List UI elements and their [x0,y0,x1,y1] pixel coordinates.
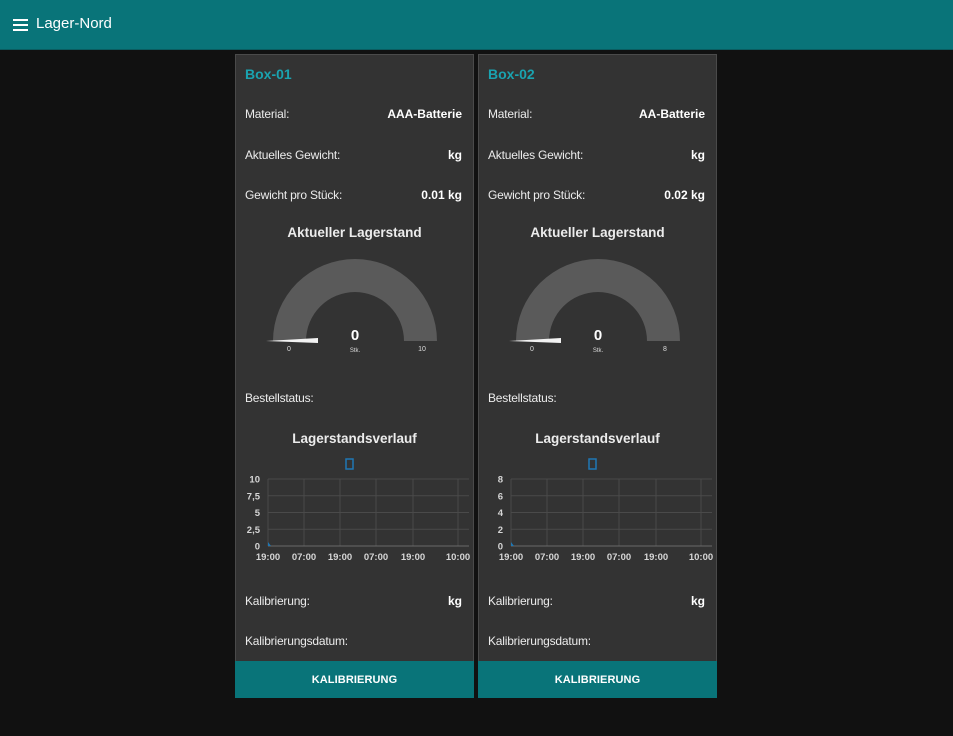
y-tick-label: 2 [498,525,503,536]
y-tick-label: 10 [249,475,260,486]
y-tick-label: 2,5 [247,525,261,536]
gauge-value: 0 [351,327,359,344]
hamburger-menu-icon[interactable] [13,19,28,31]
x-tick-label: 07:00 [292,552,316,563]
x-tick-label: 19:00 [328,552,352,563]
current-weight-label: Aktuelles Gewicht: [245,148,341,162]
gauge-min-label: 0 [287,346,291,353]
box-card-2: Box-02 Material: AA-Batterie Aktuelles G… [478,54,717,698]
stock-history-chart: 0 2 4 6 8 19:00 07:00 19:00 07:00 19:00 10:00 [498,458,713,563]
x-tick-label: 07:00 [364,552,388,563]
gauge-max-label: 8 [663,346,667,353]
current-weight-value: kg [447,148,462,162]
order-status-label: Bestellstatus: [488,391,557,405]
current-weight-value: kg [690,148,705,162]
y-tick-label: 8 [498,475,503,486]
calibration-button[interactable]: KALIBRIERUNG [478,661,717,698]
top-bar: Lager-Nord [0,0,953,50]
x-tick-label: 19:00 [644,552,668,563]
x-tick-label: 07:00 [535,552,559,563]
weight-per-piece-label: Gewicht pro Stück: [488,188,586,202]
card-title: Box-02 [488,66,535,82]
x-tick-label: 19:00 [401,552,425,563]
y-tick-label: 6 [498,491,503,502]
gauge-title: Aktueller Lagerstand [287,225,422,240]
calibration-value: kg [690,594,705,608]
x-tick-label: 10:00 [446,552,470,563]
y-tick-label: 5 [255,508,261,519]
x-tick-label: 19:00 [256,552,280,563]
calibration-date-label: Kalibrierungsdatum: [245,634,348,648]
legend-marker[interactable] [588,458,597,470]
current-weight-label: Aktuelles Gewicht: [488,148,584,162]
card-title: Box-01 [245,66,292,82]
y-tick-label: 0 [255,542,260,553]
material-label: Material: [245,107,290,121]
calibration-button[interactable]: KALIBRIERUNG [235,661,474,698]
box-card-1: Box-01 Material: AAA-Batterie Aktuelles … [235,54,474,698]
y-tick-label: 0 [498,542,503,553]
weight-per-piece-value: 0.02 kg [664,188,705,202]
app-title: Lager-Nord [36,15,112,32]
chart-title: Lagerstandsverlauf [292,431,417,446]
x-tick-label: 07:00 [607,552,631,563]
chart-title: Lagerstandsverlauf [535,431,660,446]
stock-gauge: 0 Stk. 0 8 [509,259,680,354]
weight-per-piece-value: 0.01 kg [421,188,462,202]
material-value: AA-Batterie [638,107,705,121]
x-tick-label: 19:00 [571,552,595,563]
stock-history-chart: 0 2,5 5 7,5 10 19:00 07:00 19:00 07:00 19:00 10:00 [247,458,470,563]
calibration-label: Kalibrierung: [245,594,310,608]
material-value: AAA-Batterie [387,107,462,121]
y-tick-label: 4 [498,508,504,519]
y-tick-label: 7,5 [247,491,261,502]
gauge-min-label: 0 [530,346,534,353]
x-tick-label: 10:00 [689,552,713,563]
gauge-unit: Stk. [350,348,361,354]
calibration-date-label: Kalibrierungsdatum: [488,634,591,648]
material-label: Material: [488,107,533,121]
calibration-label: Kalibrierung: [488,594,553,608]
gauge-value: 0 [594,327,602,344]
gauge-max-label: 10 [418,346,426,353]
x-tick-label: 19:00 [499,552,523,563]
gauge-title: Aktueller Lagerstand [530,225,665,240]
gauge-unit: Stk. [593,348,604,354]
stock-gauge: 0 Stk. 0 10 [266,259,437,354]
weight-per-piece-label: Gewicht pro Stück: [245,188,343,202]
calibration-value: kg [447,594,462,608]
order-status-label: Bestellstatus: [245,391,314,405]
legend-marker[interactable] [345,458,354,470]
